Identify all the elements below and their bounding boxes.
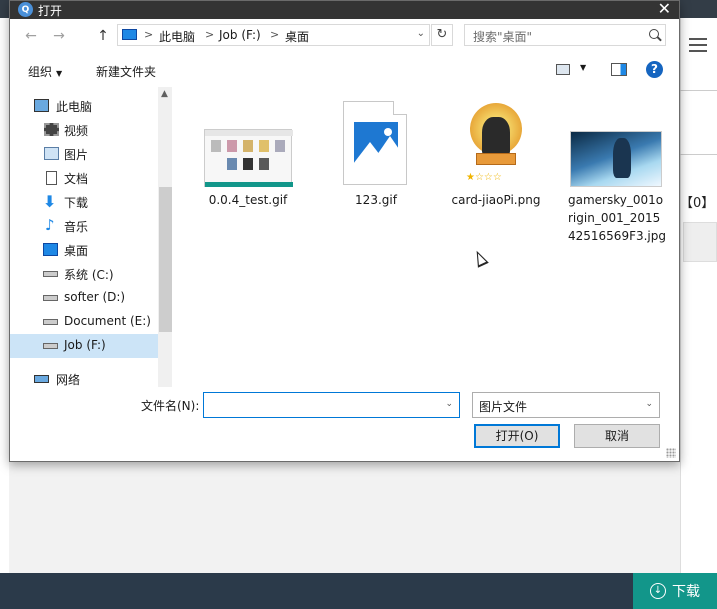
resize-grip-icon[interactable] bbox=[666, 448, 676, 458]
sidebar-item-this-pc[interactable]: 此电脑 bbox=[10, 94, 158, 118]
navigation-pane: 此电脑 视频 图片 文档 ⬇ 下载 ♪ 音乐 桌面 系统 (C:) softer… bbox=[10, 87, 172, 387]
dialog-titlebar[interactable]: Q 打开 ✕ bbox=[10, 0, 679, 19]
new-folder-button[interactable]: 新建文件夹 bbox=[96, 63, 156, 80]
music-icon: ♪ bbox=[45, 216, 55, 234]
open-button[interactable]: 打开(O) bbox=[474, 424, 560, 448]
documents-icon bbox=[46, 171, 57, 185]
refresh-icon[interactable]: ↻ bbox=[431, 24, 453, 46]
sidebar-item-network[interactable]: 网络 bbox=[10, 367, 158, 387]
breadcrumb-desktop[interactable]: 桌面 bbox=[285, 28, 309, 45]
organize-label: 组织 bbox=[28, 65, 53, 79]
open-file-dialog: Q 打开 ✕ ← → ↑ > 此电脑 > Job (F:) > 桌面 ⌄ ↻ 搜… bbox=[9, 0, 680, 462]
search-input[interactable]: 搜索"桌面" bbox=[464, 24, 666, 46]
sidebar-item-label: 音乐 bbox=[64, 220, 89, 234]
app-panel-box bbox=[683, 222, 717, 262]
sidebar-item-drive-c[interactable]: 系统 (C:) bbox=[10, 262, 158, 286]
drive-icon bbox=[43, 319, 58, 325]
hamburger-menu-icon[interactable] bbox=[689, 38, 707, 52]
sidebar-item-label: 下载 bbox=[64, 196, 89, 210]
download-button[interactable]: ↓ 下载 bbox=[633, 573, 717, 609]
filename-label: 文件名(N): bbox=[141, 399, 200, 413]
sidebar-item-label: 视频 bbox=[64, 124, 89, 138]
file-name: card-jiaoPi.png bbox=[451, 193, 541, 207]
app-divider bbox=[680, 90, 717, 91]
organize-button[interactable]: 组织 ▼ bbox=[28, 63, 62, 80]
file-thumbnail bbox=[204, 129, 293, 187]
breadcrumb-separator: > bbox=[270, 28, 280, 41]
sidebar-item-label: Job (F:) bbox=[64, 338, 106, 352]
sidebar-item-drive-e[interactable]: Document (E:) bbox=[10, 310, 158, 334]
breadcrumb-separator: > bbox=[205, 28, 215, 41]
sidebar-item-desktop[interactable]: 桌面 bbox=[10, 238, 158, 262]
sidebar-item-label: 文档 bbox=[64, 172, 89, 186]
search-placeholder: 搜索"桌面" bbox=[473, 30, 533, 44]
sidebar-item-videos[interactable]: 视频 bbox=[10, 118, 158, 142]
sidebar-item-label: 图片 bbox=[64, 148, 89, 162]
scroll-up-icon[interactable]: ▲ bbox=[161, 89, 168, 99]
sidebar-item-label: softer (D:) bbox=[64, 290, 126, 304]
video-icon bbox=[44, 123, 59, 136]
file-name: 0.0.4_test.gif bbox=[208, 193, 288, 207]
drive-icon bbox=[43, 271, 58, 277]
game-art-thumbnail bbox=[570, 131, 662, 187]
help-icon[interactable]: ? bbox=[646, 61, 663, 78]
up-arrow-icon[interactable]: ↑ bbox=[94, 27, 112, 45]
command-toolbar: 组织 ▼ 新建文件夹 ▼ ? bbox=[10, 55, 679, 85]
app-count-label: 【0】 bbox=[680, 196, 715, 211]
download-icon: ⬇ bbox=[43, 192, 57, 211]
drive-icon bbox=[43, 295, 58, 301]
back-arrow-icon[interactable]: ← bbox=[22, 27, 40, 45]
card-thumbnail: ★☆☆☆ bbox=[462, 97, 530, 187]
app-divider bbox=[680, 154, 717, 155]
caret-down-icon[interactable]: ▼ bbox=[580, 63, 586, 72]
download-button-label: 下载 bbox=[672, 584, 700, 600]
filetype-value: 图片文件 bbox=[479, 400, 528, 414]
sidebar-item-music[interactable]: ♪ 音乐 bbox=[10, 214, 158, 238]
sidebar-item-label: 此电脑 bbox=[56, 100, 93, 114]
network-icon bbox=[34, 375, 49, 383]
sidebar-item-downloads[interactable]: ⬇ 下载 bbox=[10, 190, 158, 214]
computer-icon bbox=[122, 29, 137, 40]
chevron-down-icon[interactable]: ⌄ bbox=[445, 399, 453, 409]
pictures-icon bbox=[44, 147, 59, 160]
file-name: gamersky_001origin_001_201542516569F3.jp… bbox=[568, 193, 666, 243]
address-bar[interactable]: > 此电脑 > Job (F:) > 桌面 ⌄ bbox=[117, 24, 430, 46]
preview-pane-icon[interactable] bbox=[611, 63, 627, 76]
filetype-select[interactable]: 图片文件 ⌄ bbox=[472, 392, 660, 418]
view-options-icon[interactable] bbox=[556, 64, 570, 75]
sidebar-item-label: 系统 (C:) bbox=[64, 268, 114, 282]
sidebar-item-drive-f[interactable]: Job (F:) bbox=[10, 334, 158, 358]
download-arrow-icon: ↓ bbox=[650, 583, 666, 599]
search-icon[interactable] bbox=[649, 29, 659, 39]
filename-input[interactable]: ⌄ bbox=[203, 392, 460, 418]
cancel-button[interactable]: 取消 bbox=[574, 424, 660, 448]
file-name: 123.gif bbox=[355, 193, 397, 207]
breadcrumb-this-pc[interactable]: 此电脑 bbox=[159, 28, 195, 45]
dialog-title: 打开 bbox=[38, 4, 63, 18]
sidebar-scrollbar[interactable]: ▲ bbox=[158, 87, 172, 387]
forward-arrow-icon[interactable]: → bbox=[50, 27, 68, 45]
breadcrumb-separator: > bbox=[144, 28, 154, 41]
sidebar-item-pictures[interactable]: 图片 bbox=[10, 142, 158, 166]
scrollbar-thumb[interactable] bbox=[159, 187, 172, 332]
breadcrumb-job-drive[interactable]: Job (F:) bbox=[219, 28, 261, 42]
close-icon[interactable]: ✕ bbox=[658, 0, 671, 18]
chevron-down-icon[interactable]: ⌄ bbox=[417, 28, 425, 39]
computer-icon bbox=[34, 99, 49, 112]
desktop-icon bbox=[43, 243, 58, 256]
app-left-panel bbox=[0, 18, 9, 573]
sidebar-item-label: Document (E:) bbox=[64, 314, 151, 328]
caret-down-icon: ▼ bbox=[56, 69, 63, 78]
chevron-down-icon: ⌄ bbox=[645, 399, 653, 409]
sidebar-item-label: 网络 bbox=[56, 373, 81, 387]
sidebar-item-label: 桌面 bbox=[64, 244, 89, 258]
app-right-panel bbox=[680, 18, 717, 573]
app-logo-icon: Q bbox=[18, 2, 33, 17]
app-footer-bar: ↓ 下载 bbox=[0, 573, 717, 609]
file-list: 0.0.4_test.gif 123.gif ★☆☆☆ card-jiaoPi.… bbox=[176, 87, 679, 383]
drive-icon bbox=[43, 343, 58, 349]
image-file-icon bbox=[343, 101, 407, 185]
sidebar-item-drive-d[interactable]: softer (D:) bbox=[10, 286, 158, 310]
sidebar-item-documents[interactable]: 文档 bbox=[10, 166, 158, 190]
